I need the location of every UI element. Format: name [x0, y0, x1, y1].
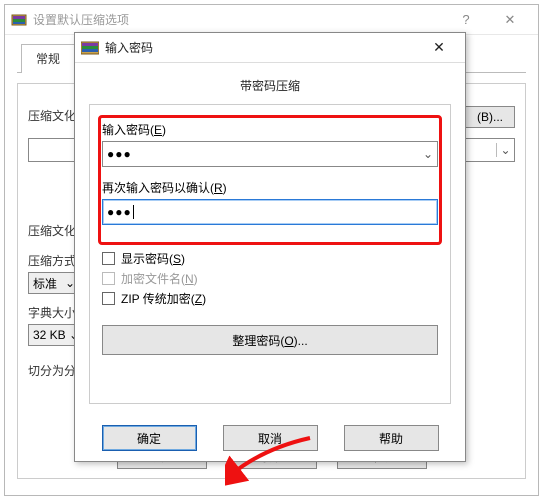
- dialog-titlebar: 输入密码 ✕: [75, 33, 465, 63]
- format-label: 压缩文化: [28, 222, 76, 239]
- confirm-input[interactable]: ●●●: [102, 199, 438, 225]
- confirm-value: ●●●: [107, 205, 132, 219]
- checkbox-icon: [102, 252, 115, 265]
- ok-button[interactable]: 确定: [102, 425, 197, 451]
- close-icon[interactable]: ✕: [419, 39, 459, 56]
- app-icon: [11, 12, 27, 28]
- method-label: 压缩方式: [28, 252, 76, 269]
- method-value: 标准: [33, 275, 57, 292]
- tab-general[interactable]: 常规: [21, 44, 75, 73]
- app-icon: [81, 41, 99, 55]
- organize-passwords-button[interactable]: 整理密码(O)...: [102, 325, 438, 355]
- checkbox-icon: [102, 272, 115, 285]
- confirm-label: 再次输入密码以确认(R): [102, 179, 438, 196]
- show-password-label: 显示密码(S): [121, 250, 185, 267]
- password-group: 输入密码(E) ●●● ⌄ 再次输入密码以确认(R) ●●● 显示密码(S) 加: [89, 104, 451, 404]
- password-dialog: 输入密码 ✕ 带密码压缩 输入密码(E) ●●● ⌄ 再次输入密码以确认(R) …: [74, 32, 466, 462]
- confirm-field: 再次输入密码以确认(R) ●●●: [102, 179, 438, 225]
- parent-title: 设置默认压缩选项: [33, 11, 444, 28]
- password-input[interactable]: ●●● ⌄: [102, 141, 438, 167]
- browse-button[interactable]: (B)...: [465, 106, 515, 128]
- text-caret: [133, 205, 134, 219]
- dialog-button-row: 确定 取消 帮助: [75, 425, 465, 451]
- organize-label: 整理密码(O)...: [232, 332, 307, 349]
- parent-titlebar: 设置默认压缩选项 ? ✕: [5, 5, 538, 35]
- zip-legacy-checkbox[interactable]: ZIP 传统加密(Z): [102, 290, 438, 307]
- password-field: 输入密码(E) ●●● ⌄: [102, 121, 438, 167]
- cancel-button[interactable]: 取消: [223, 425, 318, 451]
- method-select[interactable]: 标准⌄: [28, 272, 80, 294]
- split-label: 切分为分: [28, 362, 76, 379]
- password-value: ●●●: [107, 147, 132, 161]
- chevron-down-icon: ⌄: [496, 143, 514, 157]
- encrypt-names-label: 加密文件名(N): [121, 270, 198, 287]
- encrypt-names-checkbox: 加密文件名(N): [102, 270, 438, 287]
- dict-label: 字典大小: [28, 304, 76, 321]
- close-button[interactable]: ✕: [488, 12, 532, 28]
- zip-legacy-label: ZIP 传统加密(Z): [121, 290, 206, 307]
- password-label: 输入密码(E): [102, 121, 438, 138]
- compress-file-label: 压缩文化: [28, 107, 76, 124]
- section-title: 带密码压缩: [89, 69, 451, 104]
- dialog-title: 输入密码: [105, 39, 419, 56]
- dict-value: 32 KB: [33, 328, 66, 342]
- show-password-checkbox[interactable]: 显示密码(S): [102, 250, 438, 267]
- help-button[interactable]: ?: [444, 12, 488, 27]
- help-button[interactable]: 帮助: [344, 425, 439, 451]
- dialog-body: 带密码压缩 输入密码(E) ●●● ⌄ 再次输入密码以确认(R) ●●● 显示密…: [75, 63, 465, 461]
- checkbox-icon: [102, 292, 115, 305]
- chevron-down-icon: ⌄: [423, 147, 433, 161]
